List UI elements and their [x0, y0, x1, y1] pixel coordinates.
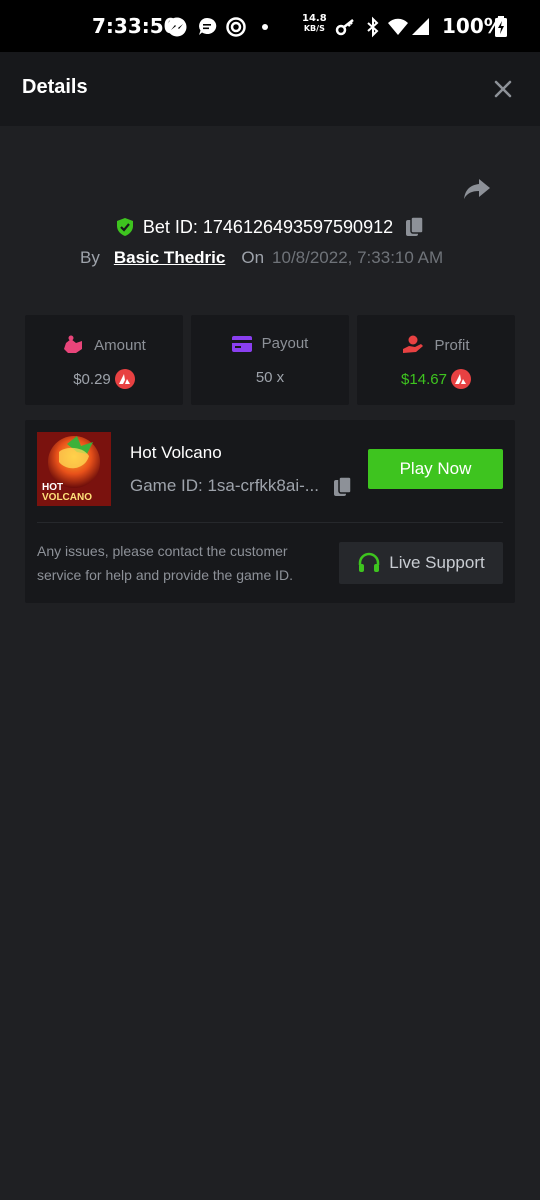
- sync-icon: [226, 17, 246, 37]
- headset-icon: [359, 552, 380, 572]
- amount-card: Amount $0.29: [25, 315, 183, 405]
- avax-coin-icon: [114, 369, 135, 389]
- play-now-button[interactable]: Play Now: [368, 449, 503, 489]
- status-time: 7:33:50: [92, 14, 178, 38]
- on-label: On: [241, 248, 265, 267]
- bluetooth-icon: [367, 16, 379, 38]
- dot-icon: [262, 24, 268, 30]
- vpn-key-icon: [335, 19, 354, 36]
- thumb-text-volcano: VOLCANO: [42, 492, 92, 503]
- bet-id: Bet ID: 1746126493597590912: [142, 216, 394, 237]
- speed-unit: KB/S: [303, 24, 325, 33]
- game-id: Game ID: 1sa-crfkk8ai-...: [130, 476, 319, 495]
- hand-coin-icon: [403, 335, 424, 353]
- bet-date: 10/8/2022, 7:33:10 AM: [272, 248, 444, 267]
- payout-card: Payout 50 x: [191, 315, 349, 405]
- live-support-button[interactable]: Live Support: [339, 542, 503, 584]
- speed-value: 14.8: [302, 13, 327, 24]
- live-support-label: Live Support: [389, 553, 485, 572]
- user-link[interactable]: Basic Thedric: [114, 248, 226, 268]
- battery-charging-icon: [495, 16, 507, 37]
- avax-coin-icon: [450, 369, 471, 389]
- copy-icon[interactable]: [405, 216, 425, 238]
- close-icon[interactable]: [490, 76, 516, 102]
- game-card: HOT VOLCANO Hot Volcano Game ID: 1sa-crf…: [25, 420, 515, 603]
- payout-label: Payout: [261, 335, 309, 352]
- share-icon[interactable]: [462, 176, 492, 202]
- messenger-icon: [167, 17, 187, 37]
- game-thumbnail[interactable]: HOT VOLCANO: [37, 432, 111, 506]
- profit-label: Profit: [434, 336, 470, 354]
- page-title: Details: [22, 76, 88, 98]
- amount-label: Amount: [94, 336, 146, 354]
- support-hint: Any issues, please contact the customer …: [37, 543, 294, 583]
- wifi-icon: [388, 18, 408, 35]
- divider: [37, 522, 503, 523]
- network-speed: 14.8 KB/S: [302, 14, 327, 34]
- copy-game-id-icon[interactable]: [333, 476, 353, 498]
- by-label: By: [80, 248, 100, 267]
- chat-bubble-icon: [199, 17, 217, 35]
- credit-card-icon: [231, 335, 252, 352]
- bet-meta-row: By Basic Thedric On 10/8/2022, 7:33:10 A…: [80, 246, 443, 270]
- money-bag-icon: [64, 335, 83, 353]
- shield-check-icon: [116, 218, 133, 236]
- status-bar: 7:33:50 14.8 KB/S 100%: [0, 0, 540, 52]
- amount-value: $0.29: [73, 370, 111, 388]
- details-header: Details: [0, 52, 540, 126]
- bet-id-row: Bet ID: 1746126493597590912: [0, 212, 540, 242]
- cell-signal-icon: [412, 18, 429, 35]
- payout-value: 50 x: [255, 369, 285, 386]
- profit-value: $14.67: [401, 370, 447, 388]
- game-name: Hot Volcano: [130, 443, 222, 462]
- profit-card: Profit $14.67: [357, 315, 515, 405]
